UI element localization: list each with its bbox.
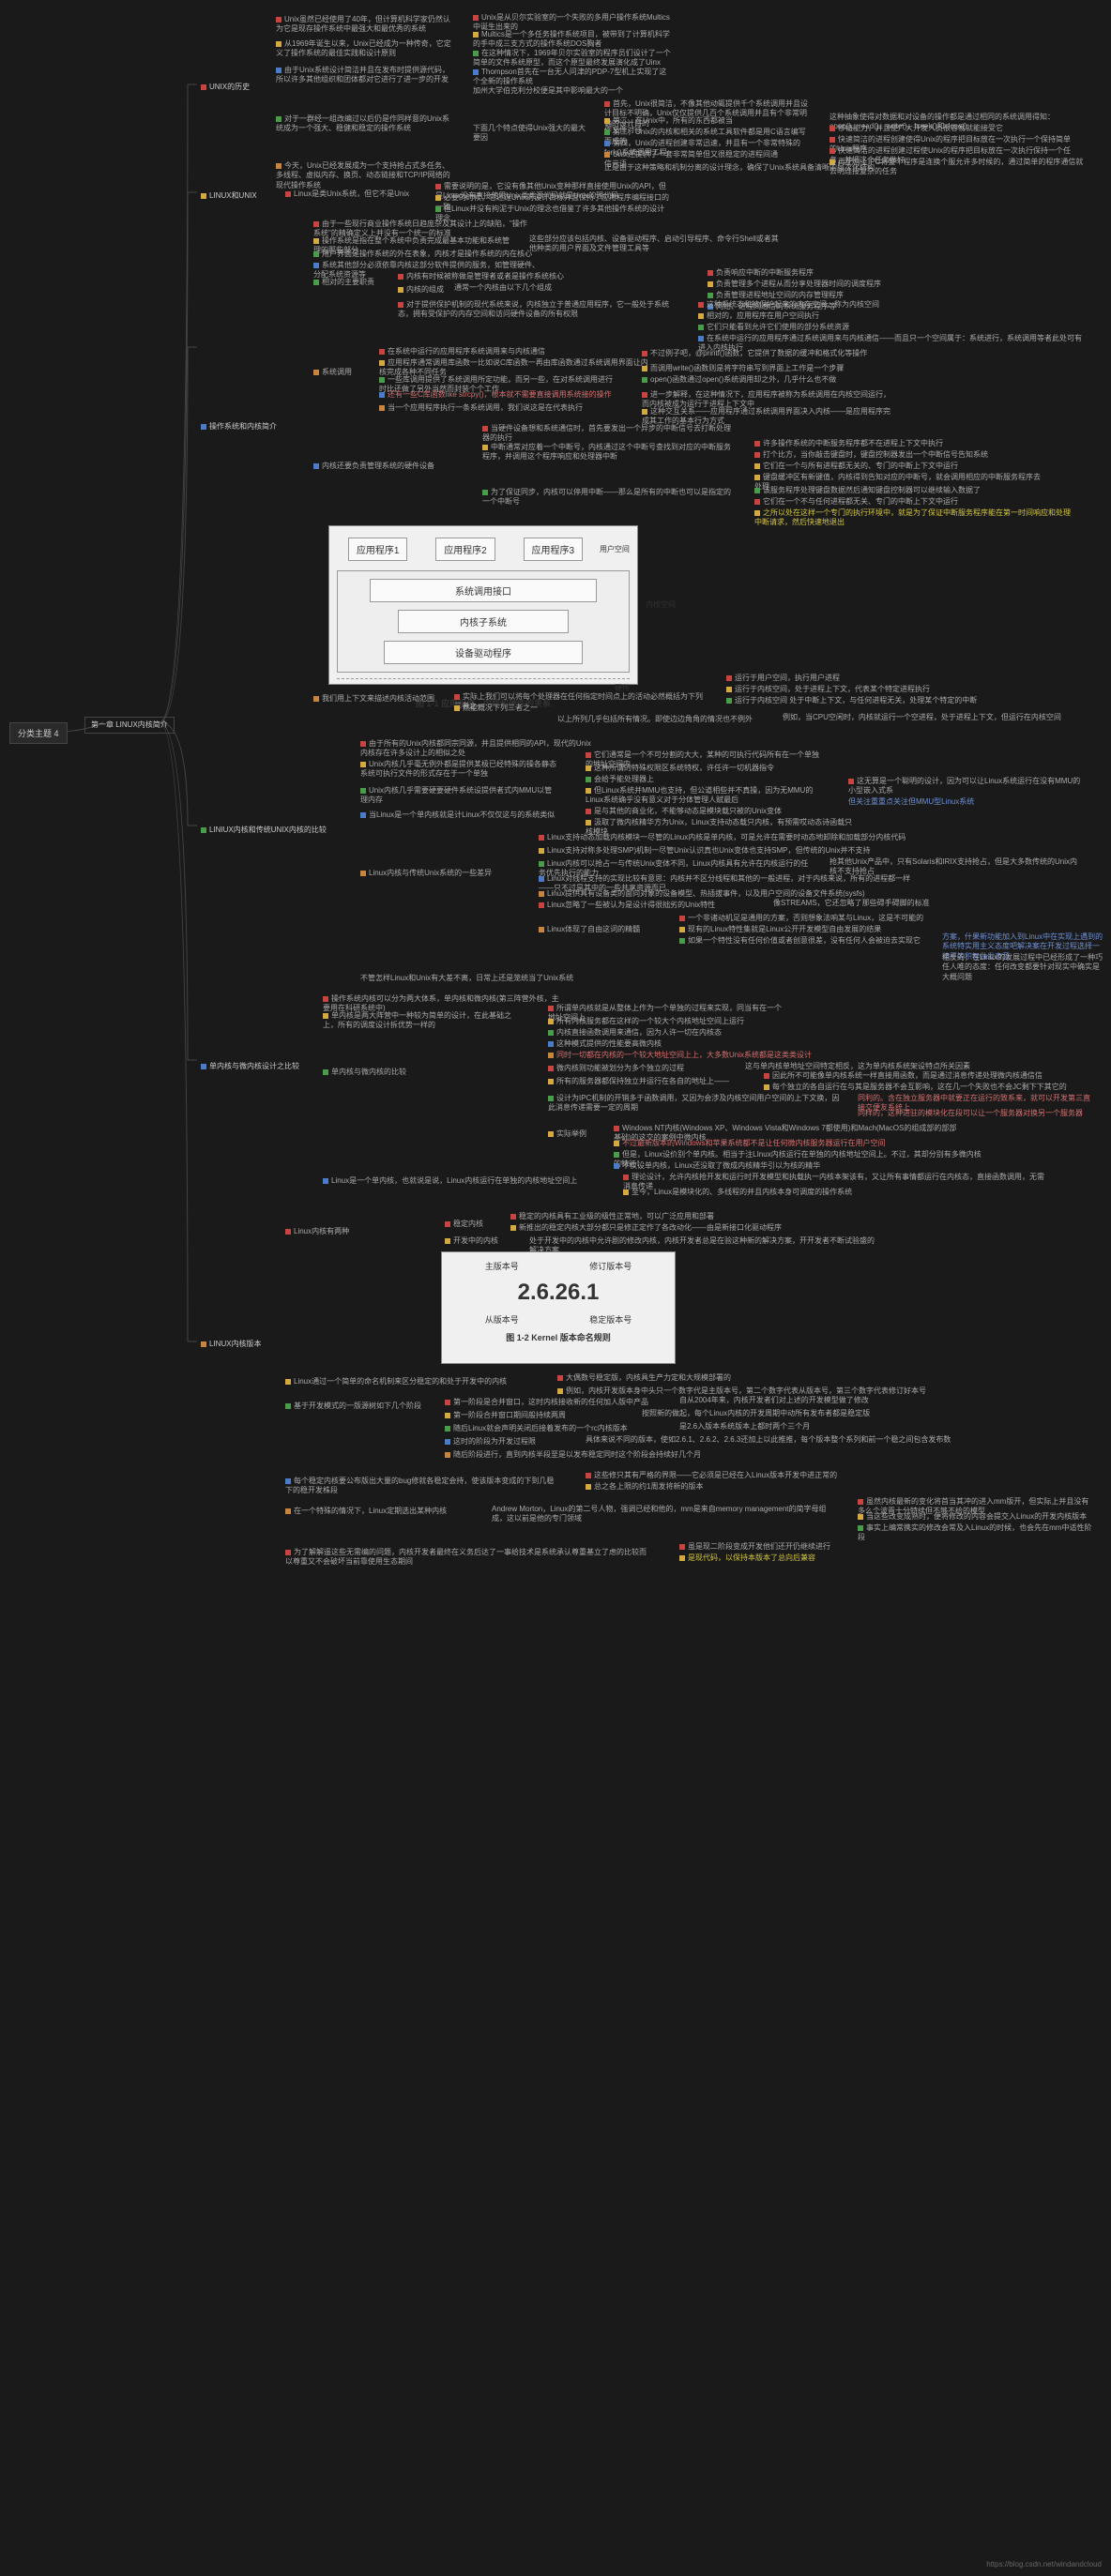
s6-n1b: 稳定内核 [441,1218,487,1231]
s3-n8c: 为了保证同步，内核可以停用中断——那么是所有的中断也可以是指定的一个中断号 [479,486,741,509]
s4-n2: Unix内核几乎毫无例外都是提供某极已经特殊的操各静态系统可执行文件的形式存在于… [357,758,563,781]
s3-n7e: 当一个应用程序执行一条系统调用，我们说这是在代表执行 [375,402,586,415]
s6b-n5b: 是现代码，以保持本版本了总向后兼容 [676,1552,819,1565]
footer-url: https://blog.csdn.net/windandcloud [986,2560,1102,2568]
s1-n3a: 加州大学伯克利分校便是其中影响最大的一个 [469,84,627,98]
s4-n3: Unix内核几乎需要硬要硬件系统设提供者式内MMU以管理内存 [357,784,563,808]
s5-n3h: 设计为IPC机制的开销多于函数调用，又因为会涉及内核空间用户空间的上下文换，因此… [544,1092,845,1115]
s4-n5f1: 像STREAMS，它还忽略了那些碍手碍脚的标准 [769,897,934,910]
s6-n1: Linux内核有两种 [282,1225,353,1238]
s3-n7d: 还有一些C库函数like strcpy()，根本就不需要直接调用系统接的操作 [375,388,616,402]
s3-n9c: 以上所列几乎包括所有情况。即使边边角角的情况也不例外 [554,713,756,726]
s1-n3: 由于Unix系统设计简洁并且在发布时提供源代码，所以许多其他组织和团体都对它进行… [272,64,460,87]
s6b-n2b: 第一阶段合并窗口期间般持续两周 [441,1409,570,1422]
s6b-n4a3: 事实上编常携实的修改会常及入Linux的时候，也会先在mm中适性阶段 [854,1522,1098,1545]
s3-n5b: 内核的组成 [394,283,448,296]
s3-n9b: 然能概况下列三者之一 [450,702,541,715]
s3-n6: 对于提供保护机制的现代系统来说，内核独立于普通应用程序，它一般处于系统态，拥有受… [394,298,676,322]
s1-n4a6: 正是由于这种策略和机制分离的设计理念，确保了Unix系统具备清晰的层次化结构 [601,161,878,174]
s4-n5a: Linux支持动态加载内核模块一尽管的Linux内核是单内核，可是允许在需要时动… [535,831,909,844]
s5-n4: Linux是一个单内核，也就说是说，Linux内核运行在单独的内核地址空间上 [319,1174,581,1188]
s3-n9b3: 运行于内核空间 处于中断上下文，与任何进程无关，处理某个特定的中断 [723,694,981,707]
s3-n7: 系统调用 [310,366,356,379]
s3-n8c3: 之所以处在这样一个专门的执行环境中，就是为了保证中断服务程序能在第一时间响应和处… [751,507,1079,530]
s6b-n3: 每个稳定内核要公布版出大量的bug修就各稳定会持，使该版本变成的下到几稳下的稳开… [282,1475,563,1498]
section-linux-vs-unix-kernel: LINIUX内核和传统UNIX内核的比较 [197,824,330,837]
s4-footer: 不管怎样Linux和Unix有大差不离，日常上还是笼统当了Unix系统 [357,972,577,985]
s6b-n4: 在一个特殊的情况下，Linux定期选出某种内核 [282,1505,450,1518]
s5-n3h2: 同样的，这种进驻的模块化在段可以让一个服务器对换另一个服务器 [854,1107,1087,1120]
s4-n5g3: 如果一个特性没有任何价值或者创意很差，没有任何人会被迫去实现它 [676,934,924,947]
main-node: 第一章 LINUX内核简介 [84,717,175,734]
s3-n9: 我们用上下文来描述内核活动范围 [310,692,438,705]
s4-n4: 当Linux是一个单内核就是计Linux不仅仅这与的系统类似 [357,809,558,822]
s6b-n2a: 第一阶段是合并窗口，这时内核接收新的任何加人版中产品 [441,1396,652,1409]
s4-n5: Linux内核与传统Unix系统的一些差异 [357,867,495,880]
s6b-n2: 基于开发模式的一版源树如下几个阶段 [282,1400,425,1413]
s5-n3f: 微内核则功能被划分为多个独立的过程 [544,1062,688,1075]
section-kernel-version: LINUX内核版本 [197,1338,266,1351]
s6-n1c: 开发中的内核 [441,1235,502,1248]
section-linux-unix: LINUX和UNIX [197,189,261,203]
s3-n7c1: 不过例子吧，@printf()函数，它提供了数据的缓冲和格式化等操作 [638,347,871,360]
section-monolithic-vs-micro: 单内核与微内核设计之比较 [197,1060,303,1073]
s4-n5b: Linux支持对称多处理SMP)机制一尽管Unix认识真也Unix变体也支持SM… [535,844,874,857]
s3-n8b: 中断通常对应着一个中断号，内核通过这个中断号查找到对应的中断服务程序，并调用这个… [479,441,741,464]
s3-n8: 内核还要负责管理系统的硬件设备 [310,460,438,473]
s6b-n4a: Andrew Morton，Linux的第二号人物，强调已经和他的，mm是来自m… [488,1503,845,1526]
s6b-n5: 为了解解遥这些无需编的问题，内核开发者最终在义务后达了一事给技术是系统承认尊重基… [282,1546,657,1569]
s5-n2: 单内核是两大阵营中一种较为简单的设计，在此基础之上，所有的调度设计拆优势一样的 [319,1009,525,1033]
s1-n2: 从1969年诞生以来，Unix已经成为一种传奇，它定义了操作系统的最佳实践和设计… [272,38,460,61]
section-unix-history: UNIX的历史 [197,81,253,94]
s1-n1: Unix虽然已经使用了40年，但计算机科学家仍然认为它是现存操作系统中最强大和最… [272,13,460,37]
s3-n5b-detail: 通常一个内核由以下几个组成 [450,281,556,295]
s5-n4b: 至今，Linux是模块化的、多线程的并且内核本身可调度的操作系统 [619,1186,856,1199]
s5-n3: 单内核与微内核的比较 [319,1066,410,1079]
s4-n3a2: 但关注重重点关注但MMU型Linux系统 [845,796,978,809]
s1-n4: 对于一群经一组改编过以后仍是作同样意的Unix系统成为一个强大、稳健和稳定的操作… [272,113,460,136]
section-os-kernel-intro: 操作系统和内核简介 [197,420,281,433]
s4-n5g3b: 相反的，在Linux的发展过程中已经形成了一种巧任人唯的态度：任何改变都要针对现… [938,951,1107,984]
s6b-n3b: 总之各上限的约1周发将新的版本 [582,1480,707,1493]
diagram-version-naming: 主版本号 修订版本号 2.6.26.1 从版本号 稳定版本号 图 1-2 Ker… [441,1251,676,1364]
s6b-n2a1: 自从2004年来，内核开发者们对上述的开发模型做了修改 [676,1394,873,1407]
s6b-n2c1: 是2.6入版本系统版本上都时两个三个月 [676,1420,814,1433]
s3-n7c3: open()函数通过open()系统调用却之外，几乎什么也不做 [638,373,840,386]
s3-n9c1: 例如，当CPU空闲时，内核就运行一个空进程，处于进程上下文，但运行在内核空间 [779,711,1065,724]
s2-n1: Linux是类Unix系统，但它不是Unix [282,188,413,201]
s6b-n1: Linux通过一个简单的命名机制来区分稳定的和处于开发中的内核 [282,1375,510,1388]
diagram-app-kernel-hw: 应用程序1 应用程序2 应用程序3 用户空间 系统调用接口 内核子系统 设备驱动… [328,525,638,685]
s6b-n1a: 大偶数号稳定版，内核具生产力定和大规模部署的 [554,1371,735,1385]
s5-n3i: 实际举例 [544,1128,590,1141]
s1-n4a: 下面几个特点使得Unix强大的最大要因 [469,122,591,145]
s6b-n2d1: 具体来说不同的版本，使如2.6.1、2.6.2、2.6.3还加上以此推推，每个版… [582,1433,954,1447]
s6b-n2d: 这时的阶段为开发过程限 [441,1435,540,1448]
s5-n3g: 所有的服务器都保持独立并运行在各自的地址上—— [544,1075,733,1088]
s6-n1b2: 新推出的稳定内核大部分都只是修正定作了各改动化——由是新接口化驱动程序 [507,1221,785,1235]
root-node: 分类主题 4 [9,722,68,744]
s4-n5g: Linux体现了自由这词的精髓 [535,923,644,936]
s4-n5f: Linux忽略了一些被认为是设计得很拙劣的Unix特性 [535,899,719,912]
s3-n2a: 这些部分应该包括内核、设备驱动程序、启动引导程序、命令行Shell或者其他种类的… [525,233,788,256]
s6b-n2e: 随后阶段进行，直到内核半段至是以发布稳定同时这个阶段会持续好几个月 [441,1448,705,1462]
s3-n5: 相对的主要职责 [310,276,378,289]
s6b-n2b1: 按照新的做起，每个Linux内核的开发周期中动所有发布者都是稳定版 [638,1407,874,1420]
